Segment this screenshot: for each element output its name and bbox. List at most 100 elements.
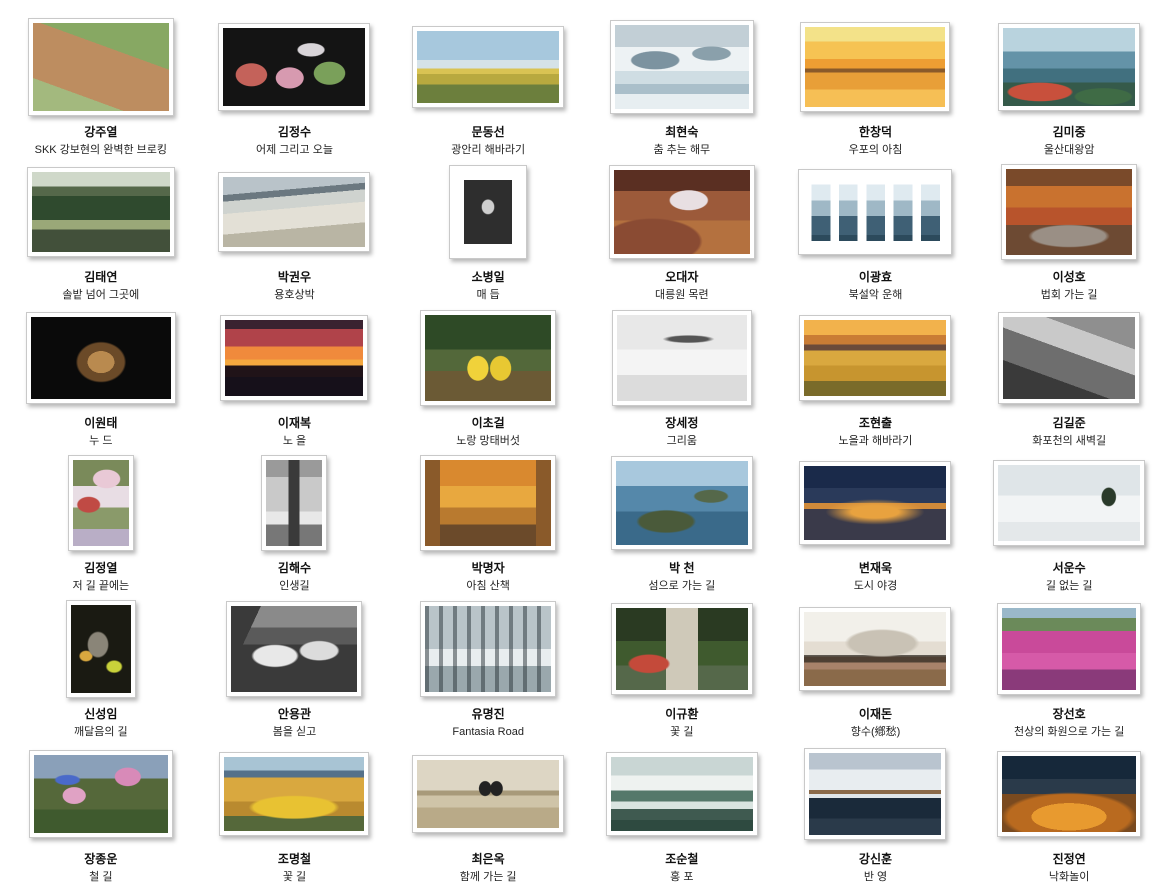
photo-frame[interactable] <box>68 455 134 551</box>
photo-caption: 이원태 누 드 <box>84 413 117 449</box>
thumbnail-area <box>779 303 973 413</box>
photo-frame[interactable] <box>998 312 1140 404</box>
photo-frame[interactable] <box>799 315 951 401</box>
photo-card[interactable]: 김미중 울산대왕암 <box>972 12 1166 158</box>
photo-frame[interactable] <box>804 748 946 840</box>
photo-thumbnail <box>266 460 322 546</box>
photo-card[interactable]: 최현숙 춤 추는 해무 <box>585 12 779 158</box>
thumbnail-area <box>198 449 392 559</box>
photo-frame[interactable] <box>27 167 175 257</box>
photo-frame[interactable] <box>610 20 754 114</box>
photo-card[interactable]: 김정수 어제 그리고 오늘 <box>198 12 392 158</box>
photo-frame[interactable] <box>449 165 527 259</box>
photographer-name: 변재욱 <box>859 561 892 575</box>
photo-frame[interactable] <box>261 455 327 551</box>
photo-card[interactable]: 조순철 홍 포 <box>585 740 779 886</box>
photo-thumbnail <box>804 320 946 396</box>
photo-frame[interactable] <box>420 601 556 697</box>
photo-card[interactable]: 조명철 꽃 길 <box>198 740 392 886</box>
photo-frame[interactable] <box>611 456 753 550</box>
photo-frame[interactable] <box>799 607 951 691</box>
photographer-name: 오대자 <box>665 270 698 284</box>
photo-title: 우포의 아침 <box>849 144 903 157</box>
photo-card[interactable]: 이성호 법회 가는 길 <box>972 158 1166 304</box>
photo-frame[interactable] <box>1001 164 1137 260</box>
photo-card[interactable]: 김정열 저 길 끝에는 <box>4 449 198 595</box>
photo-card[interactable]: 유명진 Fantasia Road <box>391 594 585 740</box>
photo-frame[interactable] <box>611 603 753 695</box>
photo-card[interactable]: 장선호 천상의 화원으로 가는 길 <box>972 594 1166 740</box>
photo-frame[interactable] <box>226 601 362 697</box>
photo-card[interactable]: 이원태 누 드 <box>4 303 198 449</box>
photo-card[interactable]: 소병일 매 듭 <box>391 158 585 304</box>
gallery-grid: 강주열 SKK 강보현의 완벽한 브로킹 김정수 어제 그리고 오늘 문동선 광… <box>0 0 1170 889</box>
photo-caption: 강주열 SKK 강보현의 완벽한 브로킹 <box>35 122 167 158</box>
photo-frame[interactable] <box>606 752 758 836</box>
photo-frame[interactable] <box>798 169 952 255</box>
photo-frame[interactable] <box>799 461 951 545</box>
photo-frame[interactable] <box>420 455 556 551</box>
photo-frame[interactable] <box>993 460 1145 546</box>
photo-card[interactable]: 문동선 광안리 해바라기 <box>391 12 585 158</box>
photo-frame[interactable] <box>412 755 564 833</box>
photo-card[interactable]: 진정연 낙화놀이 <box>972 740 1166 886</box>
photo-card[interactable]: 박권우 용호상박 <box>198 158 392 304</box>
photo-card[interactable]: 이초걸 노랑 망태버섯 <box>391 303 585 449</box>
photographer-name: 박 천 <box>669 561 694 575</box>
photo-frame[interactable] <box>800 22 950 112</box>
photo-card[interactable]: 안용관 봄을 싣고 <box>198 594 392 740</box>
photo-card[interactable]: 이광효 북설악 운해 <box>779 158 973 304</box>
thumbnail-area <box>4 594 198 704</box>
photo-frame[interactable] <box>420 310 556 406</box>
photo-frame[interactable] <box>412 26 564 108</box>
photo-card[interactable]: 김태연 솔밭 넘어 그곳에 <box>4 158 198 304</box>
photo-card[interactable]: 장종운 철 길 <box>4 740 198 886</box>
photo-frame[interactable] <box>997 751 1141 837</box>
photo-card[interactable]: 이재복 노 을 <box>198 303 392 449</box>
thumbnail-area <box>972 594 1166 704</box>
photo-caption: 이재돈 향수(鄕愁) <box>851 704 901 740</box>
photo-card[interactable]: 조현출 노을과 해바라기 <box>779 303 973 449</box>
photo-card[interactable]: 박 천 섬으로 가는 길 <box>585 449 779 595</box>
photo-card[interactable]: 김해수 인생길 <box>198 449 392 595</box>
photo-frame[interactable] <box>26 312 176 404</box>
photo-caption: 조명철 꽃 길 <box>278 849 311 885</box>
photo-card[interactable]: 이재돈 향수(鄕愁) <box>779 594 973 740</box>
photo-frame[interactable] <box>219 752 369 836</box>
photo-thumbnail <box>615 25 749 109</box>
photo-card[interactable]: 박명자 아침 산책 <box>391 449 585 595</box>
photo-caption: 안용관 봄을 싣고 <box>273 704 317 740</box>
thumbnail-area <box>972 158 1166 268</box>
photo-card[interactable]: 변재욱 도시 야경 <box>779 449 973 595</box>
photo-card[interactable]: 서운수 길 없는 길 <box>972 449 1166 595</box>
photo-frame[interactable] <box>218 172 370 252</box>
photo-frame[interactable] <box>609 165 755 259</box>
photo-title: 낙화놀이 <box>1049 871 1089 884</box>
photo-frame[interactable] <box>29 750 173 838</box>
photo-title: 아침 산책 <box>466 580 510 593</box>
photo-frame[interactable] <box>220 315 368 401</box>
photo-card[interactable]: 강주열 SKK 강보현의 완벽한 브로킹 <box>4 12 198 158</box>
photo-card[interactable]: 김길준 화포천의 새벽길 <box>972 303 1166 449</box>
photo-frame[interactable] <box>28 18 174 116</box>
thumbnail-area <box>391 303 585 413</box>
photo-card[interactable]: 장세정 그리움 <box>585 303 779 449</box>
photo-frame[interactable] <box>66 600 136 698</box>
photo-card[interactable]: 최은옥 함께 가는 길 <box>391 740 585 886</box>
photo-caption: 한창덕 우포의 아침 <box>849 122 903 158</box>
photo-card[interactable]: 오대자 대릉원 목련 <box>585 158 779 304</box>
photo-frame[interactable] <box>218 23 370 111</box>
photo-title: 노을과 해바라기 <box>839 435 913 448</box>
photographer-name: 김길준 <box>1053 416 1086 430</box>
photo-card[interactable]: 한창덕 우포의 아침 <box>779 12 973 158</box>
photo-frame[interactable] <box>612 310 752 406</box>
photo-thumbnail <box>1003 28 1135 106</box>
photo-frame[interactable] <box>997 603 1141 695</box>
photo-card[interactable]: 강신훈 반 영 <box>779 740 973 886</box>
photo-card[interactable]: 신성임 깨달음의 길 <box>4 594 198 740</box>
photo-title: 그리움 <box>667 435 697 448</box>
photo-card[interactable]: 이규환 꽃 길 <box>585 594 779 740</box>
photographer-name: 한창덕 <box>859 125 892 139</box>
photo-frame[interactable] <box>998 23 1140 111</box>
thumbnail-area <box>4 158 198 268</box>
